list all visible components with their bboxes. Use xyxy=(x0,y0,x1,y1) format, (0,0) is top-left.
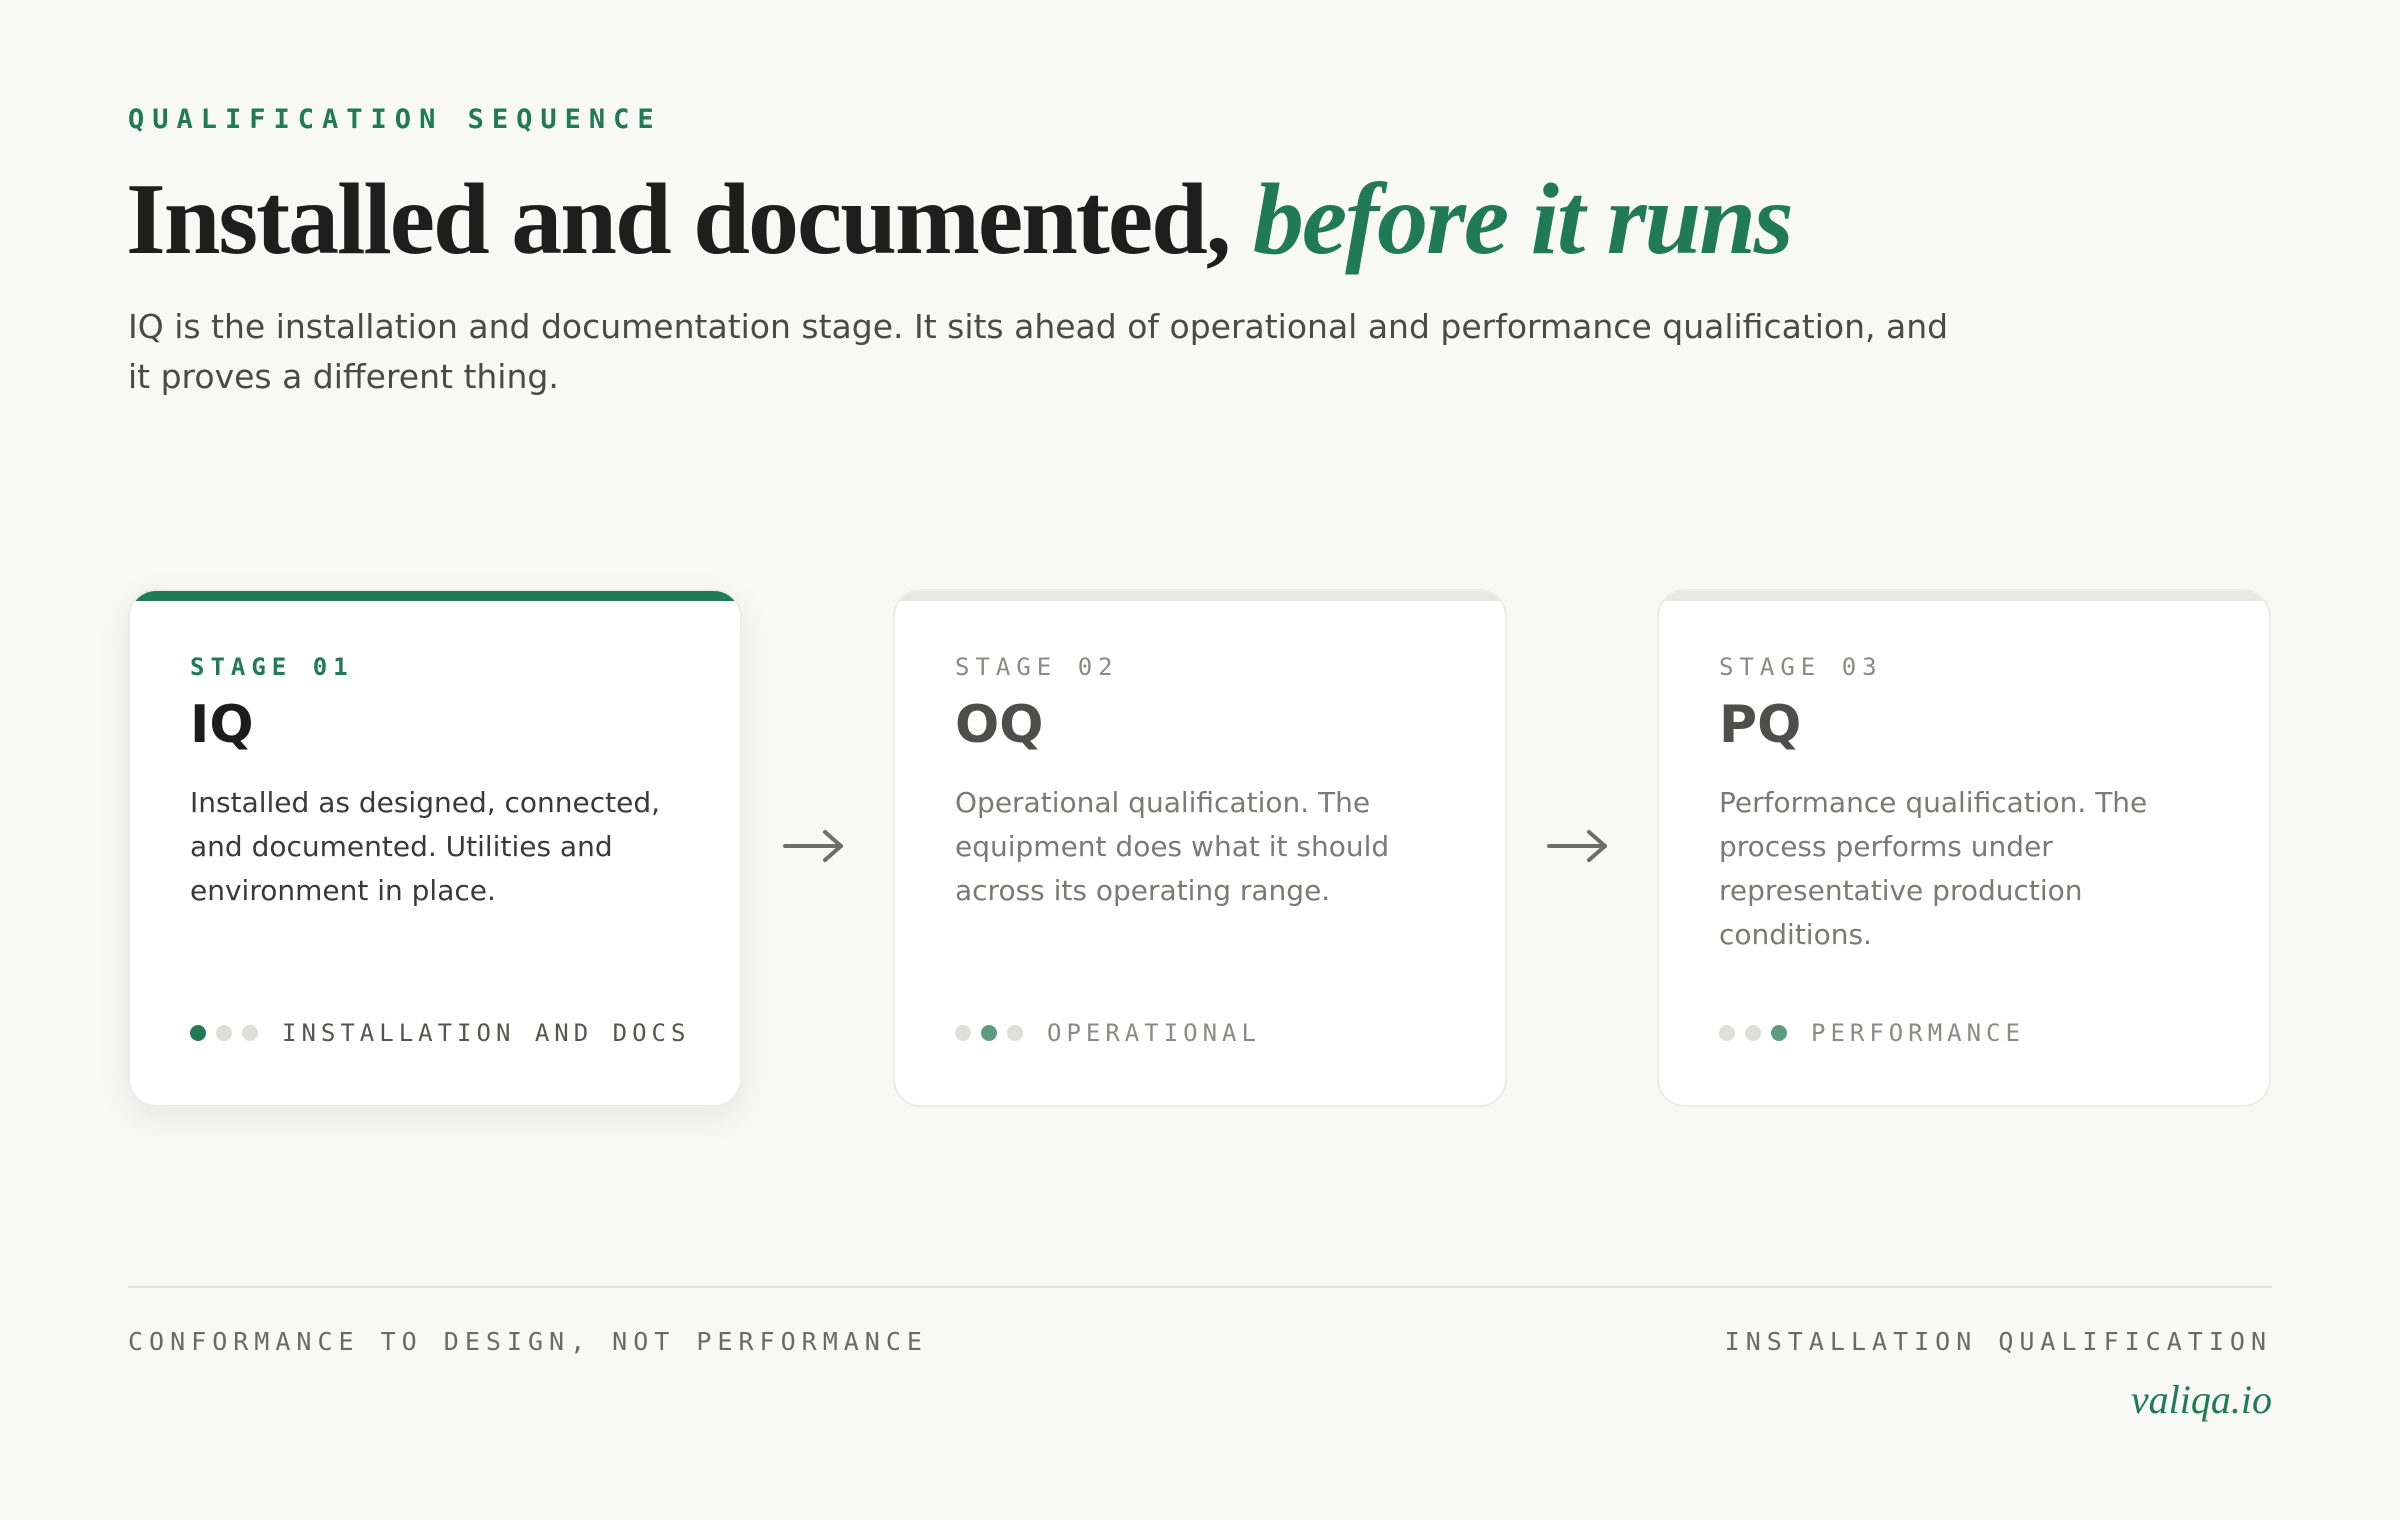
card-top-accent-bar xyxy=(130,591,740,601)
progress-dot-1 xyxy=(190,1025,206,1041)
stage-label: STAGE 03 xyxy=(1719,653,1883,681)
stage-progress: INSTALLATION AND DOCS xyxy=(190,1019,690,1047)
progress-dot-1 xyxy=(955,1025,971,1041)
stage-label: STAGE 01 xyxy=(190,653,354,681)
page-title: Installed and documented, before it runs xyxy=(126,160,1794,280)
card-top-accent-bar xyxy=(1659,591,2269,601)
stage-description: Performance qualification. The process p… xyxy=(1719,786,2148,951)
stage-progress: OPERATIONAL xyxy=(955,1019,1261,1047)
stage-card-iq: STAGE 01 IQ Installed as designed, conne… xyxy=(128,589,742,1107)
progress-label: OPERATIONAL xyxy=(1047,1019,1261,1047)
progress-label: PERFORMANCE xyxy=(1811,1019,2025,1047)
progress-dot-2 xyxy=(216,1025,232,1041)
stage-code: IQ xyxy=(190,695,254,755)
progress-label: INSTALLATION AND DOCS xyxy=(282,1019,691,1047)
stage-progress: PERFORMANCE xyxy=(1719,1019,2025,1047)
arrow-right-icon xyxy=(1547,830,1607,862)
arrow-right-icon xyxy=(783,830,843,862)
footer-section-label: INSTALLATION QUALIFICATION xyxy=(1724,1327,2272,1356)
lede-paragraph: IQ is the installation and documentation… xyxy=(128,307,1949,396)
stage-code: OQ xyxy=(955,695,1044,755)
progress-dot-1 xyxy=(1719,1025,1735,1041)
title-accent: before it runs xyxy=(1252,163,1794,276)
progress-dot-3 xyxy=(1007,1025,1023,1041)
stage-description: Operational qualification. The equipment… xyxy=(955,786,1390,907)
title-main: Installed and documented, xyxy=(126,163,1253,276)
progress-dot-2 xyxy=(981,1025,997,1041)
stage-card-pq: STAGE 03 PQ Performance qualification. T… xyxy=(1657,589,2271,1107)
progress-dot-2 xyxy=(1745,1025,1761,1041)
progress-dot-3 xyxy=(1771,1025,1787,1041)
stage-label: STAGE 02 xyxy=(955,653,1119,681)
stage-code: PQ xyxy=(1719,695,1802,755)
card-top-accent-bar xyxy=(895,591,1505,601)
progress-dot-3 xyxy=(242,1025,258,1041)
stage-card-oq: STAGE 02 OQ Operational qualification. T… xyxy=(893,589,1507,1107)
footer-tagline: CONFORMANCE TO DESIGN, NOT PERFORMANCE xyxy=(128,1327,928,1356)
eyebrow: QUALIFICATION SEQUENCE xyxy=(128,104,662,135)
footer-divider xyxy=(128,1286,2272,1288)
brand-logo: valiqa.io xyxy=(2130,1377,2272,1422)
stage-description: Installed as designed, connected, and do… xyxy=(190,786,661,907)
